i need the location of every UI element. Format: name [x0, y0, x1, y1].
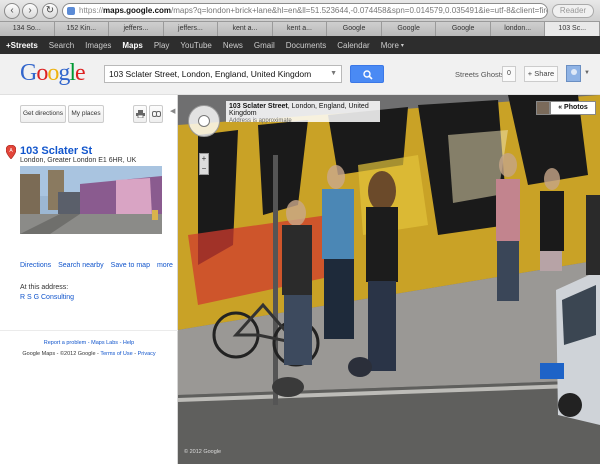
at-this-address-label: At this address:	[20, 284, 69, 291]
search-nearby-link[interactable]: Search nearby	[58, 262, 104, 269]
map-pin-icon[interactable]: A	[6, 145, 16, 159]
privacy-link[interactable]: Privacy	[138, 351, 156, 357]
my-places-button[interactable]: My places	[68, 105, 104, 123]
user-name[interactable]: Streets Ghosts	[455, 70, 505, 79]
browser-tab[interactable]: Google	[381, 22, 437, 36]
photos-button[interactable]: « Photos	[550, 101, 596, 115]
street-view-thumbnail[interactable]	[20, 166, 162, 234]
reload-button[interactable]: ↻	[42, 3, 58, 19]
avatar[interactable]	[566, 65, 581, 82]
browser-tab[interactable]: jeffers...	[163, 22, 219, 36]
search-button[interactable]	[350, 65, 384, 83]
gbar-item-youtube[interactable]: YouTube	[180, 41, 211, 50]
forward-button[interactable]: ›	[22, 3, 38, 19]
search-input[interactable]: 103 Sclater Street, London, England, Uni…	[104, 65, 342, 83]
print-icon	[135, 110, 145, 119]
place-actions: DirectionsSearch nearbySave to mapmore ▾	[20, 262, 198, 269]
get-directions-button[interactable]: Get directions	[20, 105, 66, 123]
gbar-item-calendar[interactable]: Calendar	[337, 41, 369, 50]
browser-tab[interactable]: jeffers...	[109, 22, 164, 36]
copyright-text: © 2012 Google	[184, 449, 222, 455]
reader-button[interactable]: Reader	[552, 4, 594, 18]
url-bar[interactable]: https://maps.google.com/maps?q=london+br…	[62, 3, 548, 19]
back-button[interactable]: ‹	[4, 3, 20, 19]
footer-legal: Google Maps - ©2012 Google - Terms of Us…	[22, 351, 156, 357]
footer-links: Report a problem - Maps Labs - Help Goog…	[0, 338, 178, 360]
pan-control[interactable]	[188, 105, 220, 137]
left-panel: Get directions My places ◀ A 103 Sclater…	[0, 95, 184, 464]
gbar-item-search[interactable]: Search	[49, 41, 74, 50]
business-link[interactable]: R S G Consulting	[20, 294, 74, 301]
zoom-out-button[interactable]: −	[200, 164, 208, 174]
gbar-item-documents[interactable]: Documents	[286, 41, 326, 50]
photos-thumbnail[interactable]	[536, 101, 550, 115]
logo-letter: e	[75, 60, 86, 86]
browser-toolbar: ‹ › ↻ https://maps.google.com/maps?q=lon…	[0, 0, 600, 22]
chevron-down-icon[interactable]: ▼	[330, 66, 337, 82]
gbar-item-streets[interactable]: +Streets	[6, 41, 38, 50]
logo-letter: g	[58, 60, 70, 86]
browser-tab[interactable]: 152 Kin...	[54, 22, 110, 36]
gbar-item-play[interactable]: Play	[154, 41, 170, 50]
street-view-address-label: 103 Sclater Street, London, England, Uni…	[226, 101, 380, 124]
search-icon	[363, 70, 373, 80]
site-icon	[67, 7, 75, 15]
browser-tab[interactable]: kent a...	[218, 22, 273, 36]
footer-help-links[interactable]: Report a problem - Maps Labs - Help	[0, 338, 178, 349]
street-view-image[interactable]	[178, 95, 600, 464]
logo-letter: o	[36, 60, 48, 86]
compass-icon[interactable]	[198, 115, 210, 127]
chevron-down-icon[interactable]: ▼	[584, 70, 590, 76]
gbar-item-images[interactable]: Images	[85, 41, 111, 50]
logo-letter: G	[20, 60, 37, 86]
tab-bar: 134 So... 152 Kin... jeffers... jeffers... k…	[0, 22, 600, 36]
google-bar: +Streets Search Images Maps Play YouTube News G…	[0, 36, 600, 54]
link-button[interactable]	[149, 105, 163, 123]
gbar-item-gmail[interactable]: Gmail	[254, 41, 275, 50]
chevron-down-icon: ▾	[400, 42, 404, 49]
gbar-item-maps[interactable]: Maps	[122, 41, 142, 50]
zoom-in-button[interactable]: +	[200, 154, 208, 164]
save-to-map-link[interactable]: Save to map	[111, 262, 150, 269]
divider	[0, 330, 178, 331]
logo-letter: o	[47, 60, 59, 86]
notification-count[interactable]: 0	[502, 66, 516, 82]
gbar-item-news[interactable]: News	[223, 41, 243, 50]
google-logo[interactable]: Google	[20, 60, 86, 87]
maps-header: Google 103 Sclater Street, London, Engla…	[0, 54, 600, 95]
browser-tab[interactable]: 134 So...	[0, 22, 55, 36]
zoom-control[interactable]: + −	[199, 153, 209, 175]
link-icon	[151, 111, 161, 117]
place-address: London, Greater London E1 6HR, UK	[20, 157, 137, 164]
print-button[interactable]	[133, 105, 147, 123]
browser-tab[interactable]: 103 Sc...	[545, 22, 600, 36]
share-button[interactable]: + Share	[524, 66, 558, 82]
browser-tab[interactable]: Google	[327, 22, 382, 36]
browser-tab[interactable]: kent a...	[272, 22, 328, 36]
place-title[interactable]: 103 Sclater St	[20, 145, 92, 157]
browser-tab[interactable]: Google	[436, 22, 491, 36]
street-view-panorama[interactable]: + − 103 Sclater Street, London, England,…	[178, 95, 600, 464]
gbar-item-more[interactable]: More	[381, 41, 399, 50]
terms-link[interactable]: Terms of Use	[100, 351, 132, 357]
browser-tab[interactable]: london...	[490, 22, 546, 36]
collapse-panel-icon[interactable]: ◀	[170, 107, 175, 115]
directions-link[interactable]: Directions	[20, 262, 51, 269]
